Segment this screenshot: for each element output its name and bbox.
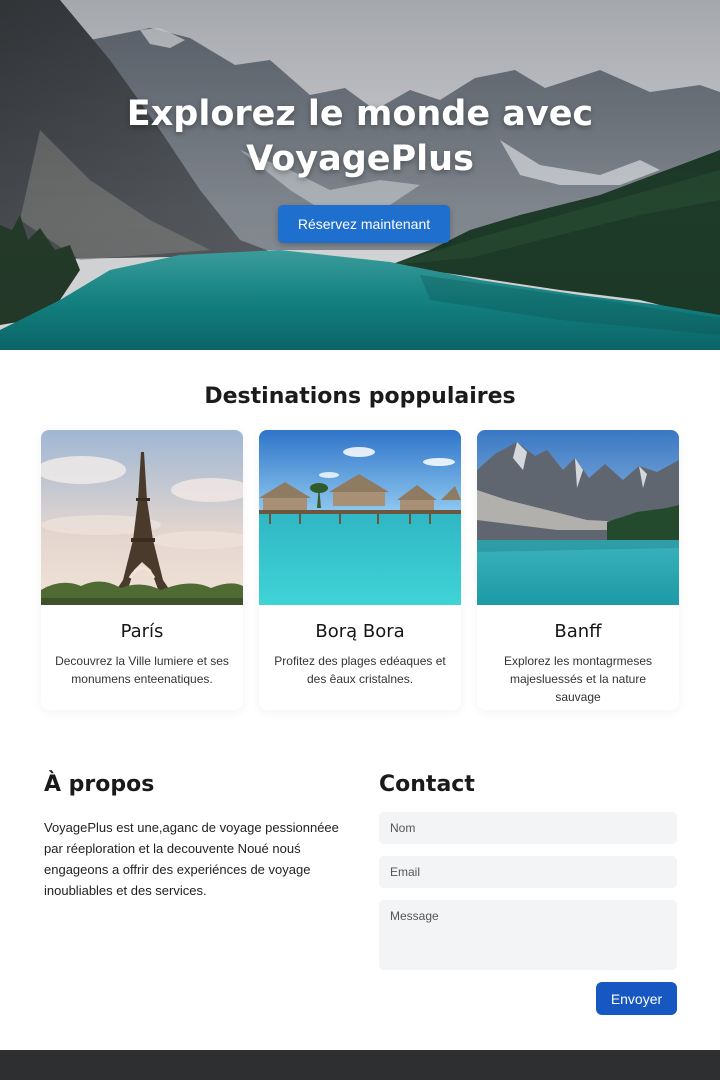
destinations-title: Destinations poppulaires xyxy=(204,384,516,409)
paris-eiffel-tower-image xyxy=(41,430,243,605)
destination-card-paris[interactable]: París Decouvrez la Ville lumiere et ses … xyxy=(41,430,243,710)
about-text: VoyagePlus est une,aganc de voyage pessi… xyxy=(44,820,339,898)
destination-name: Borą Bora xyxy=(315,621,405,642)
email-input[interactable] xyxy=(379,856,677,888)
contact-title: Contact xyxy=(379,772,475,797)
hero-section: Explorez le monde avec VoyagePlus Réserv… xyxy=(0,0,720,350)
destination-card-banff[interactable]: Banff Explorez les montagrmeses majeslue… xyxy=(477,430,679,710)
send-button[interactable]: Envoyer xyxy=(596,982,677,1015)
banff-mountain-lake-image xyxy=(477,430,679,605)
hero-title-line-1: Explorez le monde avec xyxy=(126,94,594,134)
hero-title-line-2: VoyagePlus xyxy=(246,139,474,179)
bora-bora-bungalows-image xyxy=(259,430,461,605)
destination-description: Explorez les montagrmeses majesluessés e… xyxy=(503,654,653,704)
book-now-button[interactable]: Réservez maintenant xyxy=(278,205,450,243)
name-input[interactable] xyxy=(379,812,677,844)
destination-description: Decouvrez la Ville lumiere et ses monume… xyxy=(55,654,229,686)
about-title: À propos xyxy=(44,772,155,797)
destination-card-bora-bora[interactable]: Borą Bora Profitez des plages edéaques e… xyxy=(259,430,461,710)
footer-bar xyxy=(0,1050,720,1080)
message-textarea[interactable] xyxy=(379,900,677,970)
destination-name: París xyxy=(120,621,164,642)
hero-title: Explorez le monde avec VoyagePlus xyxy=(0,92,720,182)
destination-description: Profitez des plages edéaques et des êaux… xyxy=(274,654,446,686)
destination-name: Banff xyxy=(554,621,602,642)
